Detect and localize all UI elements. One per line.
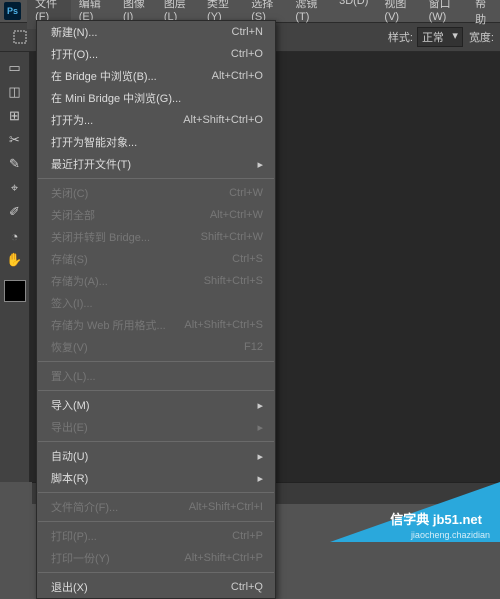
menu-item[interactable]: 3D(D): [331, 0, 376, 29]
menu-entry[interactable]: 在 Mini Bridge 中浏览(G)...: [37, 87, 275, 109]
menu-entry-shortcut: Alt+Ctrl+O: [212, 70, 263, 82]
menu-entry-label: 文件简介(F)...: [51, 499, 118, 515]
menu-entry-label: 关闭并转到 Bridge...: [51, 229, 150, 245]
menu-entry-label: 关闭全部: [51, 207, 95, 223]
menu-entry: 恢复(V) F12: [37, 336, 275, 358]
menu-entry-shortcut: Ctrl+Q: [231, 581, 263, 593]
menu-entry-shortcut: ▸: [257, 450, 263, 463]
menu-item[interactable]: 帮助: [467, 0, 500, 29]
width-label: 宽度:: [469, 29, 494, 45]
menu-separator: [38, 390, 274, 391]
menubar: Ps 文件(F)编辑(E)图像(I)图层(L)类型(Y)选择(S)滤镜(T)3D…: [0, 0, 500, 22]
menu-entry-label: 最近打开文件(T): [51, 156, 131, 172]
tool-button[interactable]: ✂: [3, 129, 27, 151]
menu-item[interactable]: 视图(V): [376, 0, 420, 29]
menu-entry-label: 签入(I)...: [51, 295, 93, 311]
menu-entry: 存储为(A)... Shift+Ctrl+S: [37, 270, 275, 292]
style-select[interactable]: 正常: [417, 27, 463, 47]
menu-entry-shortcut: Alt+Ctrl+W: [210, 209, 263, 221]
menu-entry-label: 关闭(C): [51, 185, 88, 201]
tool-button[interactable]: ✐: [3, 201, 27, 223]
menu-entry-shortcut: Alt+Shift+Ctrl+I: [189, 501, 263, 513]
menu-entry-label: 自动(U): [51, 448, 88, 464]
menu-entry-label: 存储为(A)...: [51, 273, 108, 289]
menu-entry[interactable]: 最近打开文件(T) ▸: [37, 153, 275, 175]
menu-entry-shortcut: Alt+Shift+Ctrl+P: [184, 552, 263, 564]
tool-button[interactable]: ✎: [3, 153, 27, 175]
menu-entry-label: 打印一份(Y): [51, 550, 110, 566]
menu-entry[interactable]: 打开为智能对象...: [37, 131, 275, 153]
menu-entry-shortcut: Alt+Shift+Ctrl+O: [183, 114, 263, 126]
menu-separator: [38, 572, 274, 573]
menu-entry-shortcut: Alt+Shift+Ctrl+S: [184, 319, 263, 331]
menu-entry: 置入(L)...: [37, 365, 275, 387]
tool-button[interactable]: ✋: [3, 249, 27, 271]
menu-entry-shortcut: ▸: [257, 421, 263, 434]
menu-entry-label: 置入(L)...: [51, 368, 96, 384]
menu-entry-shortcut: Shift+Ctrl+W: [201, 231, 263, 243]
menu-entry-label: 在 Mini Bridge 中浏览(G)...: [51, 90, 181, 106]
menu-entry: 存储为 Web 所用格式... Alt+Shift+Ctrl+S: [37, 314, 275, 336]
menu-entry-label: 恢复(V): [51, 339, 88, 355]
menu-entry-shortcut: ▸: [257, 158, 263, 171]
menu-entry-label: 导入(M): [51, 397, 90, 413]
menu-entry-label: 在 Bridge 中浏览(B)...: [51, 68, 157, 84]
menu-entry-label: 存储(S): [51, 251, 88, 267]
tools-panel: ▭◫⊞✂✎⌖✐◔✋: [0, 52, 30, 482]
menu-entry-shortcut: Ctrl+N: [232, 26, 263, 38]
menu-entry-label: 打开为...: [51, 112, 93, 128]
tool-button[interactable]: ▭: [3, 57, 27, 79]
foreground-color-swatch[interactable]: [4, 280, 26, 302]
watermark: 信字典 jb51.net jiaocheng.chazidian: [330, 482, 500, 542]
tool-button[interactable]: ⌖: [3, 177, 27, 199]
menu-entry[interactable]: 自动(U) ▸: [37, 445, 275, 467]
menu-separator: [38, 521, 274, 522]
menu-entry-shortcut: ▸: [257, 472, 263, 485]
menu-entry: 存储(S) Ctrl+S: [37, 248, 275, 270]
menu-entry[interactable]: 脚本(R) ▸: [37, 467, 275, 489]
tool-button[interactable]: ◫: [3, 81, 27, 103]
current-tool-icon[interactable]: [9, 26, 31, 48]
menu-entry: 关闭全部 Alt+Ctrl+W: [37, 204, 275, 226]
menu-entry-label: 新建(N)...: [51, 24, 97, 40]
menu-separator: [38, 492, 274, 493]
menu-separator: [38, 441, 274, 442]
menu-entry-shortcut: Shift+Ctrl+S: [204, 275, 263, 287]
menu-entry: 打印(P)...Ctrl+P: [37, 525, 275, 547]
menu-entry-shortcut: Ctrl+P: [232, 530, 263, 542]
menu-entry-shortcut: F12: [244, 341, 263, 353]
menu-item[interactable]: 滤镜(T): [287, 0, 331, 29]
menu-entry[interactable]: 退出(X) Ctrl+Q: [37, 576, 275, 598]
tool-button[interactable]: ◔: [3, 225, 27, 247]
ps-logo: Ps: [4, 2, 21, 20]
menu-entry: 关闭并转到 Bridge... Shift+Ctrl+W: [37, 226, 275, 248]
tool-button[interactable]: ⊞: [3, 105, 27, 127]
menu-entry: 文件简介(F)... Alt+Shift+Ctrl+I: [37, 496, 275, 518]
style-label: 样式:: [388, 29, 413, 45]
file-dropdown-menu: 新建(N)... Ctrl+N 打开(O)... Ctrl+O 在 Bridge 中浏览…: [36, 20, 276, 599]
menu-entry[interactable]: 导入(M) ▸: [37, 394, 275, 416]
menu-entry-shortcut: Ctrl+W: [229, 187, 263, 199]
menu-entry[interactable]: 打开(O)... Ctrl+O: [37, 43, 275, 65]
menu-separator: [38, 361, 274, 362]
menu-entry: 签入(I)...: [37, 292, 275, 314]
menu-entry[interactable]: 在 Bridge 中浏览(B)... Alt+Ctrl+O: [37, 65, 275, 87]
menu-entry-label: 导出(E): [51, 419, 88, 435]
menu-entry-label: 存储为 Web 所用格式...: [51, 317, 166, 333]
menu-entry-shortcut: Ctrl+S: [232, 253, 263, 265]
menu-item[interactable]: 窗口(W): [421, 0, 468, 29]
menu-entry-shortcut: ▸: [257, 399, 263, 412]
menu-entry-label: 打开(O)...: [51, 46, 98, 62]
menu-entry: 导出(E) ▸: [37, 416, 275, 438]
menu-entry: 打印一份(Y) Alt+Shift+Ctrl+P: [37, 547, 275, 569]
menu-entry-label: 脚本(R): [51, 470, 88, 486]
menu-entry-label: 打开为智能对象...: [51, 134, 137, 150]
menu-entry[interactable]: 新建(N)... Ctrl+N: [37, 21, 275, 43]
menu-entry: 关闭(C) Ctrl+W: [37, 182, 275, 204]
menu-entry[interactable]: 打开为... Alt+Shift+Ctrl+O: [37, 109, 275, 131]
menu-entry-label: 退出(X): [51, 579, 88, 595]
menu-entry-shortcut: Ctrl+O: [231, 48, 263, 60]
menu-separator: [38, 178, 274, 179]
